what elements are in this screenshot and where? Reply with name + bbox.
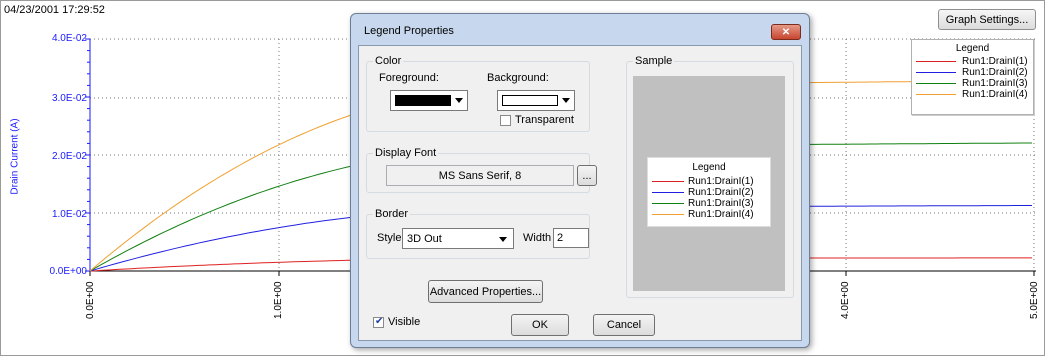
legend-label: Run1:DrainI(3): [962, 78, 1028, 89]
advanced-properties-button[interactable]: Advanced Properties...: [428, 280, 543, 303]
sample-legend-title: Legend: [692, 162, 726, 173]
dialog-title: Legend Properties: [364, 25, 454, 37]
y-axis-title: Drain Current (A): [9, 118, 21, 195]
background-color-picker[interactable]: [497, 90, 575, 111]
legend-label: Run1:DrainI(1): [688, 176, 754, 187]
dialog-body: Color Foreground: Background: Transparen…: [358, 45, 802, 341]
display-font-group-label: Display Font: [373, 147, 439, 159]
timestamp: 04/23/2001 17:29:52: [4, 4, 105, 16]
close-button[interactable]: ✕: [771, 24, 801, 40]
legend-label: Run1:DrainI(2): [962, 67, 1028, 78]
width-label: Width: [523, 232, 552, 244]
sample-preview: Legend Run1:DrainI(1) Run1:DrainI(2) Run…: [633, 76, 785, 291]
y-tick-label: 3.0E-02: [51, 93, 87, 104]
y-tick-label: 1.0E-02: [51, 209, 87, 220]
foreground-swatch: [395, 95, 451, 106]
style-label: Style: [377, 232, 402, 244]
legend-swatch: [916, 72, 956, 73]
sample-legend-item: Run1:DrainI(4): [648, 209, 770, 220]
legend-label: Run1:DrainI(4): [688, 209, 754, 220]
close-icon: ✕: [781, 26, 791, 38]
border-style-value: 3D Out: [407, 232, 442, 245]
legend-label: Run1:DrainI(2): [688, 187, 754, 198]
legend-item: Run1:DrainI(1): [912, 56, 1033, 67]
transparent-checkbox[interactable]: [500, 115, 511, 126]
sample-group-label: Sample: [633, 55, 675, 67]
graph-settings-button[interactable]: Graph Settings...: [938, 9, 1036, 30]
visible-label: Visible: [388, 316, 421, 328]
legend-swatch: [916, 83, 956, 84]
y-tick-label: 0.0E+00: [49, 266, 87, 277]
background-swatch: [502, 95, 558, 106]
legend-label: Run1:DrainI(3): [688, 198, 754, 209]
ok-button[interactable]: OK: [511, 314, 569, 336]
sample-legend: Legend Run1:DrainI(1) Run1:DrainI(2) Run…: [647, 157, 771, 227]
legend-label: Run1:DrainI(1): [962, 56, 1028, 67]
legend-item: Run1:DrainI(2): [912, 67, 1033, 78]
border-group-label: Border: [373, 208, 411, 220]
y-tick-label: 2.0E-02: [51, 151, 87, 162]
legend-swatch: [652, 214, 684, 215]
legend-properties-dialog: Legend Properties ✕ Color Foreground: Ba…: [350, 13, 810, 348]
chevron-down-icon: [562, 98, 570, 103]
checkmark-icon: ✔: [375, 316, 384, 327]
background-label: Background:: [487, 72, 549, 84]
legend-item: Run1:DrainI(3): [912, 78, 1033, 89]
chevron-down-icon: [499, 237, 507, 242]
x-tick-label: 4.0E+00: [840, 281, 851, 319]
legend-swatch: [652, 192, 684, 193]
color-group: Color Foreground: Background: Transparen…: [366, 55, 590, 132]
sample-legend-item: Run1:DrainI(2): [648, 187, 770, 198]
sample-legend-item: Run1:DrainI(1): [648, 176, 770, 187]
legend-swatch: [916, 94, 956, 95]
display-font-field: MS Sans Serif, 8: [386, 165, 574, 186]
legend-swatch: [652, 181, 684, 182]
border-group: Border Style 3D Out Width 2: [366, 208, 590, 259]
x-tick-label: 1.0E+00: [273, 281, 284, 319]
foreground-color-picker[interactable]: [390, 90, 468, 111]
legend-title: Legend: [955, 43, 990, 54]
legend-label: Run1:DrainI(4): [962, 89, 1028, 100]
y-tick-label: 4.0E-02: [51, 33, 87, 44]
graph-legend[interactable]: Legend Run1:DrainI(1) Run1:DrainI(2) Run…: [911, 39, 1034, 115]
legend-swatch: [652, 203, 684, 204]
legend-swatch: [916, 61, 956, 62]
x-tick-label: 0.0E+00: [85, 281, 96, 319]
transparent-label: Transparent: [515, 114, 574, 126]
color-group-label: Color: [373, 55, 404, 67]
display-font-group: Display Font MS Sans Serif, 8 ...: [366, 147, 597, 193]
cancel-button[interactable]: Cancel: [593, 314, 655, 336]
font-browse-button[interactable]: ...: [577, 165, 597, 186]
visible-checkbox[interactable]: ✔: [373, 316, 384, 328]
border-style-select[interactable]: 3D Out: [402, 228, 514, 249]
x-tick-label: 5.0E+00: [1029, 281, 1040, 319]
legend-item: Run1:DrainI(4): [912, 89, 1033, 100]
border-width-input[interactable]: 2: [553, 228, 589, 248]
foreground-label: Foreground:: [379, 72, 439, 84]
sample-group: Sample Legend Run1:DrainI(1) Run1:DrainI…: [626, 55, 794, 298]
chevron-down-icon: [455, 98, 463, 103]
sample-legend-item: Run1:DrainI(3): [648, 198, 770, 209]
